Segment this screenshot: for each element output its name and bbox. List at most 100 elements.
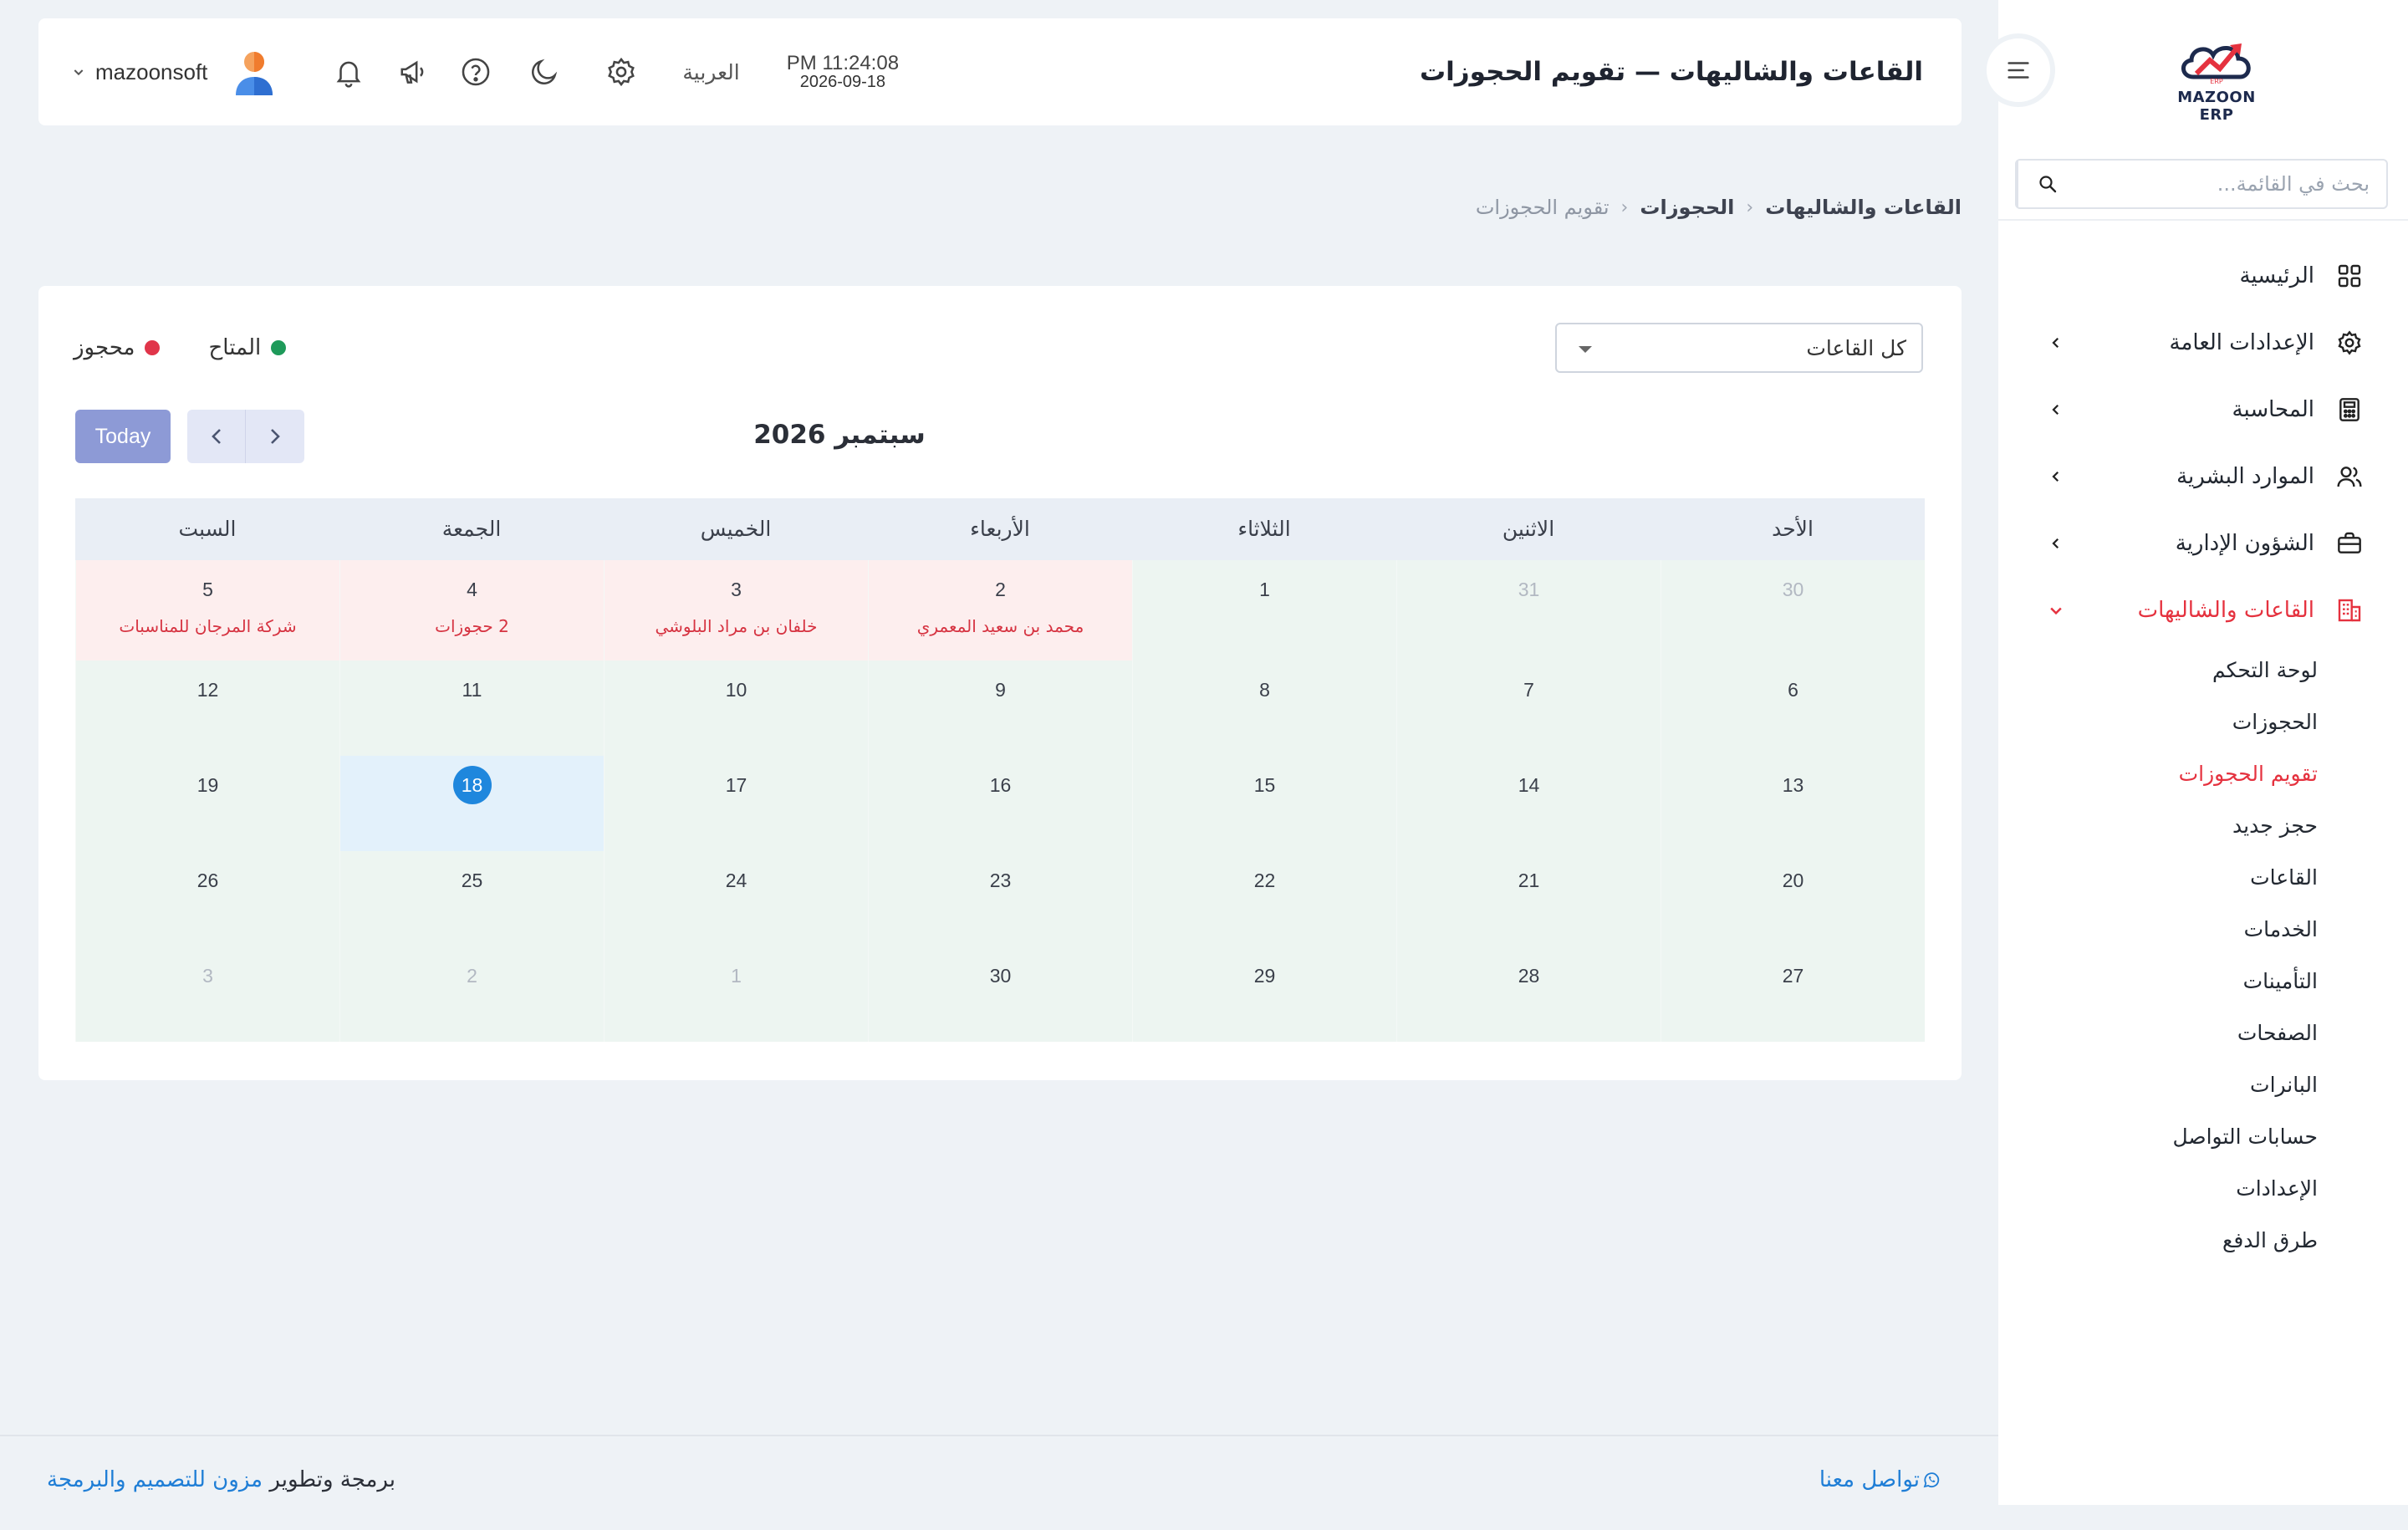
legend-available-label: المتاح	[208, 335, 262, 360]
caret-down-icon	[1577, 336, 1594, 360]
calendar-day[interactable]: 1	[604, 946, 868, 1042]
calendar-day[interactable]: 22	[1132, 851, 1396, 946]
calendar-day[interactable]: 25	[339, 851, 604, 946]
search-icon	[2039, 176, 2057, 193]
user-name[interactable]: mazoonsoft	[95, 59, 207, 85]
calendar-day[interactable]: 23	[868, 851, 1132, 946]
calendar-day[interactable]: 30	[868, 946, 1132, 1042]
calendar-day-today[interactable]: 18	[339, 756, 604, 851]
calendar-day[interactable]: 27	[1661, 946, 1925, 1042]
hall-filter-select[interactable]: كل القاعات	[1555, 323, 1923, 373]
weekday-sat: السبت	[178, 517, 237, 541]
sidebar-item-admin-affairs[interactable]: الشؤون الإدارية	[1998, 510, 2408, 577]
calendar-day-booked[interactable]: 2 محمد بن سعيد المعمري	[868, 560, 1132, 660]
briefcase-icon	[2333, 527, 2366, 560]
calendar-week-row: 30 31 1 2 محمد بن سعيد المعمري 3 خلفان بن مراد…	[75, 560, 1925, 660]
submenu-item-payment-methods[interactable]: طرق الدفع	[1998, 1214, 2318, 1266]
calendar-day[interactable]: 17	[604, 756, 868, 851]
megaphone-icon[interactable]	[395, 53, 433, 91]
calendar-day[interactable]: 19	[75, 756, 339, 851]
calendar-day[interactable]: 28	[1396, 946, 1661, 1042]
calendar-day[interactable]: 21	[1396, 851, 1661, 946]
submenu-item-deposits[interactable]: التأمينات	[1998, 955, 2318, 1007]
sidebar-item-general-settings[interactable]: الإعدادات العامة	[1998, 309, 2408, 376]
chevron-left-icon	[2043, 397, 2069, 422]
sidebar-item-home[interactable]: الرئيسية	[1998, 242, 2408, 309]
prev-month-button[interactable]	[187, 410, 246, 463]
calendar-day[interactable]: 1	[1132, 560, 1396, 660]
booking-event[interactable]: 2 حجوزات	[340, 616, 604, 636]
day-number: 9	[995, 679, 1006, 701]
calendar-day[interactable]: 12	[75, 660, 339, 756]
calendar-day[interactable]: 16	[868, 756, 1132, 851]
avatar[interactable]	[232, 48, 276, 95]
sidebar-item-halls-chalets[interactable]: القاعات والشاليهات	[1998, 577, 2408, 644]
booking-event[interactable]: خلفان بن مراد البلوشي	[605, 616, 868, 636]
day-number: 30	[1782, 579, 1804, 600]
calendar-day-booked[interactable]: 4 2 حجوزات	[339, 560, 604, 660]
calendar-day[interactable]: 31	[1396, 560, 1661, 660]
submenu-item-new-booking[interactable]: حجز جديد	[1998, 799, 2318, 851]
sidebar-submenu: لوحة التحكم الحجوزات تقويم الحجوزات حجز …	[1998, 644, 2408, 1266]
booking-event[interactable]: شركة المرجان للمناسبات	[76, 616, 339, 636]
breadcrumb-item-halls[interactable]: القاعات والشاليهات	[1765, 196, 1962, 219]
settings-gear-icon[interactable]	[602, 53, 640, 91]
sidebar-item-label: المحاسبة	[2232, 397, 2314, 422]
help-icon[interactable]	[457, 53, 495, 91]
calendar-day[interactable]: 2	[339, 946, 604, 1042]
calendar-day-booked[interactable]: 3 خلفان بن مراد البلوشي	[604, 560, 868, 660]
sidebar-divider	[1998, 219, 2408, 221]
logo-text: MAZOON ERP	[2177, 89, 2256, 124]
calendar-day[interactable]: 3	[75, 946, 339, 1042]
calendar-month-title: سبتمبر 2026	[753, 420, 926, 450]
breadcrumb-item-bookings[interactable]: الحجوزات	[1640, 196, 1734, 219]
calendar-day[interactable]: 26	[75, 851, 339, 946]
submenu-item-settings[interactable]: الإعدادات	[1998, 1162, 2318, 1214]
calendar-day[interactable]: 7	[1396, 660, 1661, 756]
submenu-item-halls[interactable]: القاعات	[1998, 851, 2318, 903]
submenu-item-services[interactable]: الخدمات	[1998, 903, 2318, 955]
calendar-day[interactable]: 14	[1396, 756, 1661, 851]
calendar-day[interactable]: 11	[339, 660, 604, 756]
language-switcher[interactable]: العربية	[682, 60, 739, 84]
calendar-day[interactable]: 30	[1661, 560, 1925, 660]
booking-event[interactable]: محمد بن سعيد المعمري	[869, 616, 1132, 636]
day-number: 12	[196, 679, 219, 701]
calendar-day[interactable]: 6	[1661, 660, 1925, 756]
calendar-day[interactable]: 15	[1132, 756, 1396, 851]
calendar-day[interactable]: 24	[604, 851, 868, 946]
submenu-item-bookings[interactable]: الحجوزات	[1998, 696, 2318, 747]
dark-mode-moon-icon[interactable]	[525, 53, 564, 91]
credit-brand-link[interactable]: مزون للتصميم والبرمجة	[47, 1467, 263, 1492]
chevron-left-icon	[2043, 330, 2069, 355]
submenu-item-pages[interactable]: الصفحات	[1998, 1007, 2318, 1058]
today-button[interactable]: Today	[75, 410, 171, 463]
calendar-day[interactable]: 9	[868, 660, 1132, 756]
calendar-day[interactable]: 29	[1132, 946, 1396, 1042]
day-number: 8	[1259, 679, 1270, 701]
menu-search[interactable]	[2015, 159, 2388, 209]
day-number: 11	[462, 679, 482, 701]
available-dot-icon	[271, 340, 287, 355]
search-button[interactable]	[2017, 161, 2077, 207]
calendar-day-booked[interactable]: 5 شركة المرجان للمناسبات	[75, 560, 339, 660]
day-number: 3	[202, 965, 213, 987]
user-menu-caret-icon[interactable]	[72, 64, 87, 79]
sidebar-toggle-button[interactable]	[1982, 33, 2055, 107]
footer-credit: برمجة وتطوير مزون للتصميم والبرمجة	[47, 1467, 395, 1492]
calendar-day[interactable]: 20	[1661, 851, 1925, 946]
submenu-item-banners[interactable]: البانرات	[1998, 1058, 2318, 1110]
day-number: 29	[1253, 965, 1276, 987]
submenu-item-bookings-calendar[interactable]: تقويم الحجوزات	[1998, 747, 2318, 799]
sidebar-item-hr[interactable]: الموارد البشرية	[1998, 443, 2408, 510]
submenu-item-social-accounts[interactable]: حسابات التواصل	[1998, 1110, 2318, 1162]
menu-search-input[interactable]	[2077, 161, 2386, 207]
contact-link[interactable]: تواصل معنا	[1819, 1467, 1953, 1492]
calendar-day[interactable]: 13	[1661, 756, 1925, 851]
app-logo[interactable]: ERP MAZOON ERP	[2162, 35, 2271, 124]
bell-icon[interactable]	[329, 53, 368, 91]
calendar-day[interactable]: 10	[604, 660, 868, 756]
next-month-button[interactable]	[246, 410, 304, 463]
calendar-day[interactable]: 8	[1132, 660, 1396, 756]
submenu-item-dashboard[interactable]: لوحة التحكم	[1998, 644, 2318, 696]
